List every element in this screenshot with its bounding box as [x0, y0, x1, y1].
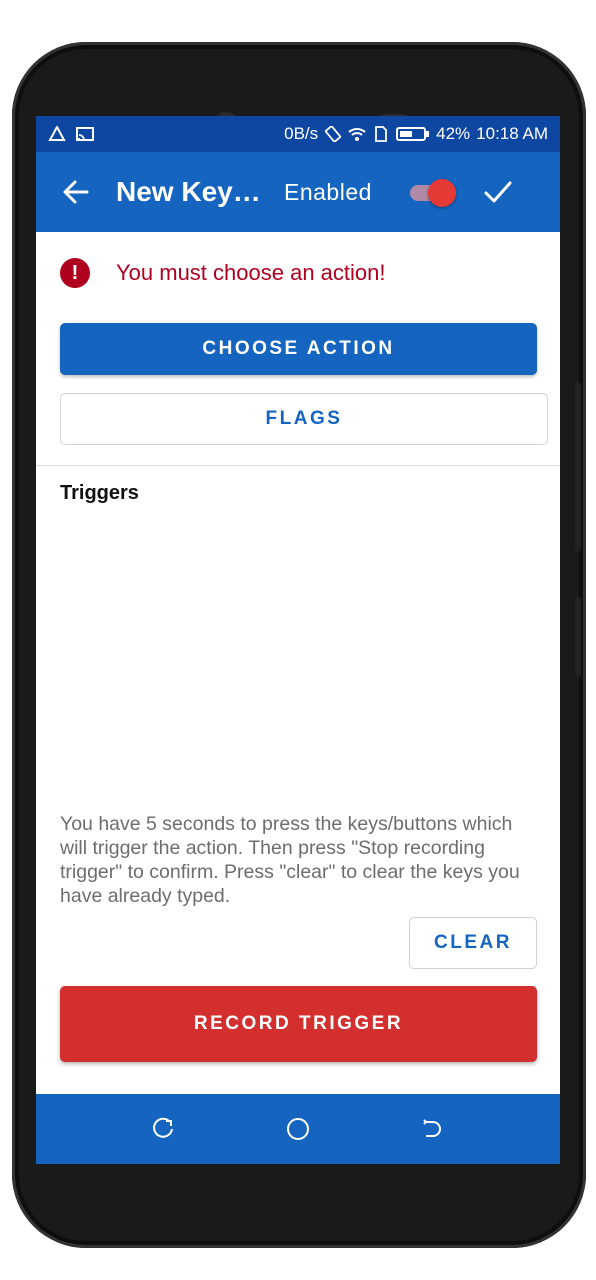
screen: 0B/s 42% 10:18 AM New Key… Enabled ! You…	[36, 116, 560, 1164]
page-title: New Key…	[116, 176, 261, 207]
enabled-toggle[interactable]	[408, 177, 458, 207]
back-nav-button[interactable]	[408, 1104, 458, 1154]
trigger-help-text: You have 5 seconds to press the keys/but…	[60, 813, 520, 907]
rotate-icon	[325, 126, 342, 142]
enabled-label: Enabled	[284, 178, 372, 205]
save-button[interactable]	[468, 152, 528, 232]
toggle-thumb	[427, 179, 456, 207]
battery-percent: 42%	[436, 124, 471, 143]
sim-icon	[375, 126, 388, 142]
recent-apps-icon	[153, 1117, 174, 1138]
back-icon	[422, 1119, 441, 1137]
navigation-bar	[36, 1094, 560, 1164]
clear-button[interactable]: CLEAR	[409, 917, 537, 969]
volume-button	[575, 382, 581, 552]
power-button	[575, 597, 581, 677]
flags-button[interactable]: FLAGS	[60, 393, 548, 445]
arrow-back-icon	[63, 180, 89, 204]
home-icon	[286, 1118, 309, 1140]
battery-icon	[396, 127, 430, 141]
status-bar: 0B/s 42% 10:18 AM	[36, 116, 560, 152]
wifi-icon	[348, 128, 366, 141]
error-row: ! You must choose an action!	[60, 258, 385, 288]
choose-action-button[interactable]: CHOOSE ACTION	[60, 323, 537, 375]
recent-apps-button[interactable]	[138, 1104, 188, 1154]
check-icon	[484, 181, 512, 203]
divider	[36, 465, 560, 466]
app-bar: New Key… Enabled	[36, 152, 560, 232]
clock: 10:18 AM	[476, 124, 548, 143]
net-speed: 0B/s	[284, 124, 319, 143]
drive-icon	[48, 126, 66, 141]
error-message: You must choose an action!	[116, 260, 386, 285]
record-trigger-button[interactable]: RECORD TRIGGER	[60, 986, 537, 1062]
cast-icon	[76, 127, 94, 141]
triggers-heading: Triggers	[60, 482, 139, 504]
home-button[interactable]	[273, 1104, 323, 1154]
back-button[interactable]	[36, 152, 116, 232]
error-icon: !	[60, 258, 90, 288]
